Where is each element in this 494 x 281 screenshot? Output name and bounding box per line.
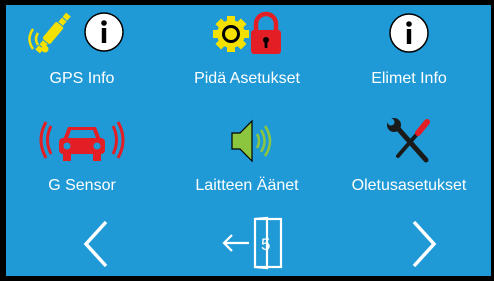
info-icon [389, 13, 429, 53]
speaker-icon [231, 119, 272, 163]
gps-info-label: GPS Info [49, 70, 115, 87]
exit-number: 5 [261, 235, 271, 254]
chevron-right-icon[interactable] [404, 216, 444, 272]
lock-icon [251, 11, 281, 54]
menu-screen: GPS Info Pidä Asetukset Elimet Info G Se… [6, 5, 491, 276]
g-sensor-button[interactable]: G Sensor [7, 116, 157, 206]
exit-door-icon [222, 216, 283, 270]
info-icon [84, 12, 124, 52]
tools-icon [387, 118, 430, 163]
keep-settings-button[interactable]: Pidä Asetukset [172, 9, 322, 99]
device-sounds-label: Laitteen Äänet [195, 177, 299, 194]
chevron-left-icon[interactable] [76, 216, 116, 272]
device-info-label: Elimet Info [371, 70, 447, 87]
default-settings-button[interactable]: Oletusasetukset [334, 116, 484, 206]
device-sounds-button[interactable]: Laitteen Äänet [172, 116, 322, 206]
device-info-button[interactable]: Elimet Info [334, 9, 484, 99]
exit-button[interactable]: 5 [219, 216, 285, 272]
car-vibration-icon [39, 121, 125, 161]
keep-settings-label: Pidä Asetukset [194, 70, 300, 87]
default-settings-label: Oletusasetukset [351, 177, 467, 194]
gps-info-button[interactable]: GPS Info [7, 9, 157, 99]
g-sensor-label: G Sensor [48, 177, 116, 194]
